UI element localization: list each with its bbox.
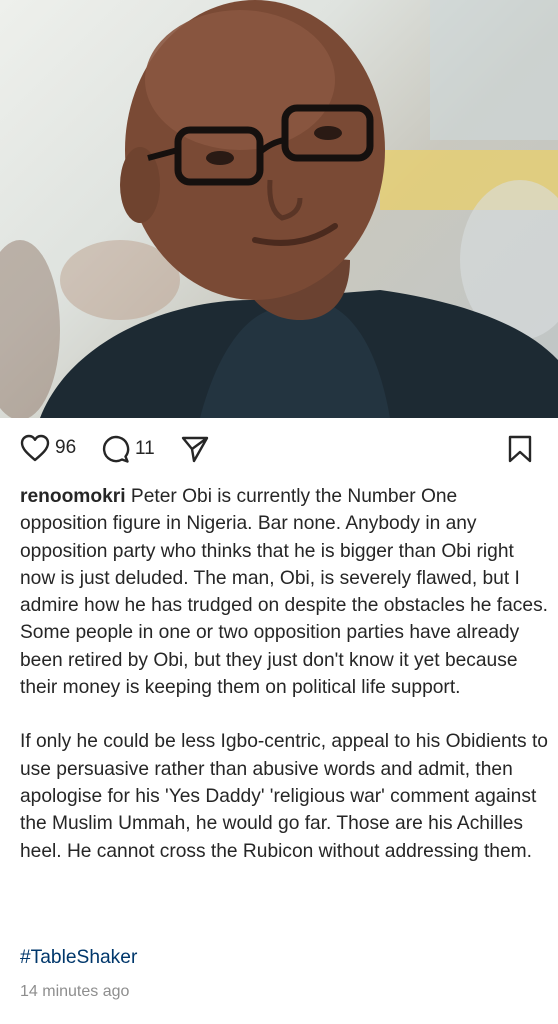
- save-button[interactable]: [507, 434, 533, 464]
- share-button[interactable]: [180, 434, 210, 464]
- post-timestamp: 14 minutes ago: [20, 983, 130, 1000]
- comment-button[interactable]: 11: [100, 434, 155, 464]
- post-actions: 96 11: [0, 418, 558, 484]
- send-icon: [181, 436, 209, 463]
- heart-icon: [20, 434, 50, 462]
- caption-paragraph-2: If only he could be less Igbo-centric, a…: [20, 731, 548, 862]
- username-link[interactable]: renoomokri: [20, 486, 126, 507]
- caption-paragraph-1: renoomokri Peter Obi is currently the Nu…: [20, 483, 548, 701]
- bookmark-icon: [508, 435, 532, 463]
- portrait-illustration: [0, 0, 558, 418]
- comment-icon: [102, 435, 130, 463]
- caption-text-1: Peter Obi is currently the Number One op…: [20, 486, 548, 699]
- like-button[interactable]: 96: [20, 434, 76, 462]
- post-image[interactable]: [0, 0, 558, 418]
- comment-count: 11: [135, 438, 155, 459]
- like-count: 96: [55, 437, 77, 458]
- post-caption: renoomokri Peter Obi is currently the Nu…: [20, 483, 548, 865]
- hashtag-link[interactable]: #TableShaker: [20, 947, 137, 969]
